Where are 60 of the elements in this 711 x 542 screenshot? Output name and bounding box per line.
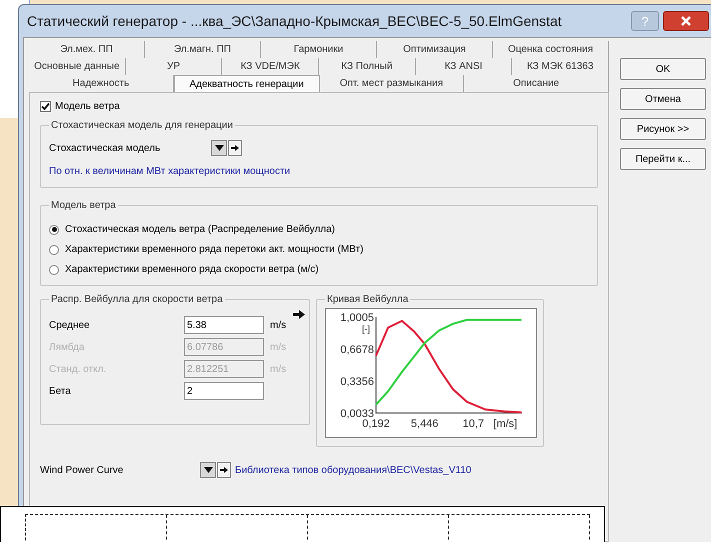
radio-button[interactable] (49, 224, 59, 234)
radio-button[interactable] (49, 244, 59, 254)
y-axis-label: [-] (362, 324, 370, 334)
y-tick-label: 0,0033 (340, 408, 374, 420)
tab[interactable]: Адекватность генерации (174, 75, 320, 92)
tab[interactable]: Оценка состояния (493, 41, 609, 58)
group-title: Стохастическая модель для генерации (49, 118, 235, 133)
y-tick-label: 0,6678 (340, 344, 374, 356)
arrow-right-icon (293, 310, 305, 319)
caret-down-icon (204, 467, 212, 473)
x-axis-label: [m/s] (493, 418, 518, 430)
window-title: Статический генератор - ...ква_ЭС\Западно-Крымская_ВЕС\ВЕС-5_50.ElmGenstat (27, 12, 562, 31)
radio-label: Характеристики временного ряда скорости ветра (м/с) (65, 263, 319, 277)
dropdown-button[interactable] (200, 462, 216, 478)
radio-label: Характеристики временного ряда перетоки акт. мощности (МВт) (65, 243, 364, 257)
close-icon (681, 16, 691, 26)
field-label: Wind Power Curve (40, 464, 124, 478)
param-label: Станд. откл. (49, 362, 108, 376)
tab[interactable]: КЗ ANSI (416, 58, 512, 75)
field-label: Стохастическая модель (49, 142, 162, 156)
x-tick-label: 10,7 (462, 418, 484, 430)
dialog-button[interactable]: Рисунок >> (620, 118, 706, 140)
group-title: Распр. Вейбулла для скорости ветра (49, 292, 225, 307)
param-label: Лямбда (49, 340, 86, 354)
radio-label: Стохастическая модель ветра (Распределение Вейбулла) (65, 223, 336, 237)
close-button[interactable] (663, 11, 709, 31)
param-field[interactable]: 2 (184, 382, 264, 400)
x-tick-label: 5,446 (410, 418, 438, 430)
radio-button[interactable] (49, 264, 59, 274)
checkbox-label: Модель ветра (55, 100, 120, 114)
param-label: Среднее (49, 318, 91, 332)
tab[interactable]: Оптимизация (377, 41, 493, 58)
y-tick-label: 0,3356 (340, 376, 374, 388)
tab[interactable]: Основные данные (29, 58, 126, 75)
dialog-button[interactable]: OK (620, 58, 706, 80)
check-icon (41, 102, 50, 111)
dialog-button[interactable]: Отмена (620, 88, 706, 110)
type-link[interactable]: Библиотека типов оборудования\ВЕС\Vestas_V110 (235, 462, 472, 478)
group-title: Модель ветра (49, 198, 118, 213)
unit-label: m/s (270, 340, 286, 354)
group-title: Кривая Вейбулла (325, 292, 410, 307)
y-tick-label: 1,0005 (340, 312, 374, 324)
tab[interactable]: Эл.мех. ПП (29, 41, 145, 58)
param-label: Бета (49, 384, 72, 398)
param-field[interactable]: 5.38 (184, 316, 264, 334)
checkbox[interactable] (40, 101, 51, 112)
arrow-right-icon (231, 145, 239, 151)
caret-down-icon (214, 145, 224, 151)
tab[interactable]: Эл.магн. ПП (145, 41, 261, 58)
arrow-right-icon (220, 467, 228, 473)
jump-button[interactable] (228, 140, 242, 156)
tab[interactable]: КЗ МЭК 61363 (512, 58, 610, 75)
info-text: По отн. к величинам МВт характеристики мощности (49, 165, 292, 179)
x-tick-label: 0,192 (362, 418, 390, 430)
unit-label: m/s (270, 318, 286, 332)
dialog-button[interactable]: Перейти к... (620, 148, 706, 170)
unit-label: m/s (270, 362, 286, 376)
dropdown-button[interactable] (211, 140, 227, 156)
jump-button[interactable] (217, 462, 231, 478)
tab[interactable]: Гармоники (261, 41, 377, 58)
